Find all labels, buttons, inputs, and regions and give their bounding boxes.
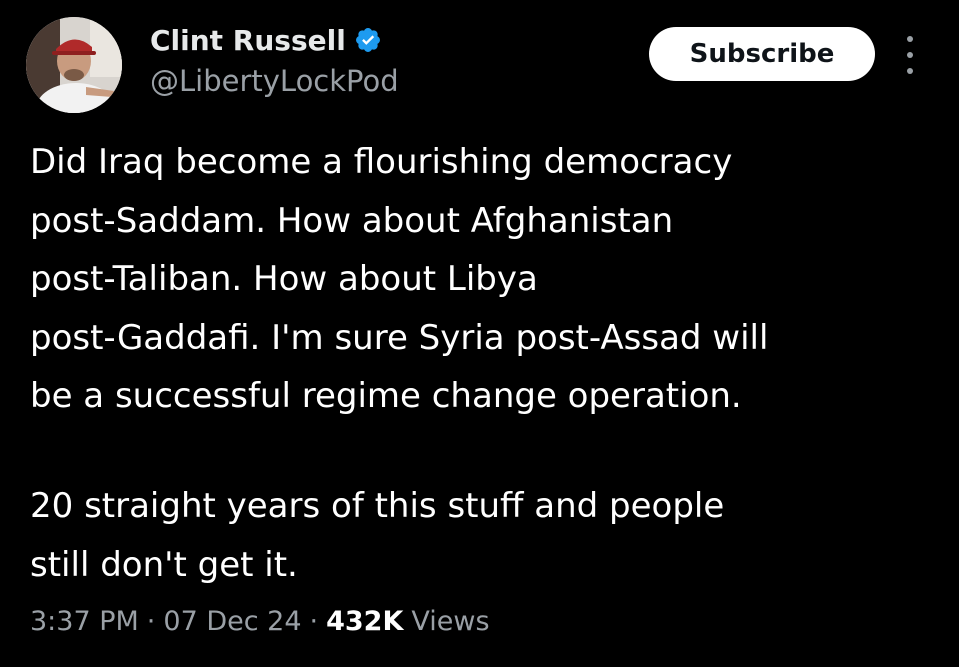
- dot: [907, 52, 913, 58]
- views-label: Views: [411, 606, 490, 637]
- author-name-row: Clint Russell: [150, 20, 382, 60]
- avatar[interactable]: [26, 17, 122, 113]
- meta-separator: ·: [146, 606, 156, 637]
- views-count: 432K: [326, 606, 404, 637]
- avatar-image: [26, 17, 122, 113]
- post-meta: 3:37 PM · 07 Dec 24 · 432K Views: [30, 606, 490, 637]
- dot: [907, 68, 913, 74]
- tweet: Clint Russell @LibertyLockPod Subscribe …: [0, 0, 959, 667]
- more-vertical-icon[interactable]: [900, 36, 920, 74]
- author-handle[interactable]: @LibertyLockPod: [150, 64, 399, 98]
- meta-separator: ·: [309, 606, 319, 637]
- dot: [907, 36, 913, 42]
- author-display-name[interactable]: Clint Russell: [150, 24, 346, 57]
- post-time[interactable]: 3:37 PM: [30, 606, 139, 637]
- post-text-paragraph-1: Did Iraq become a flourishing democracy …: [30, 142, 769, 416]
- post-text-paragraph-2: 20 straight years of this stuff and peop…: [30, 486, 725, 585]
- post-date[interactable]: 07 Dec 24: [163, 606, 301, 637]
- subscribe-button[interactable]: Subscribe: [649, 27, 875, 81]
- verified-badge-icon: [354, 26, 382, 54]
